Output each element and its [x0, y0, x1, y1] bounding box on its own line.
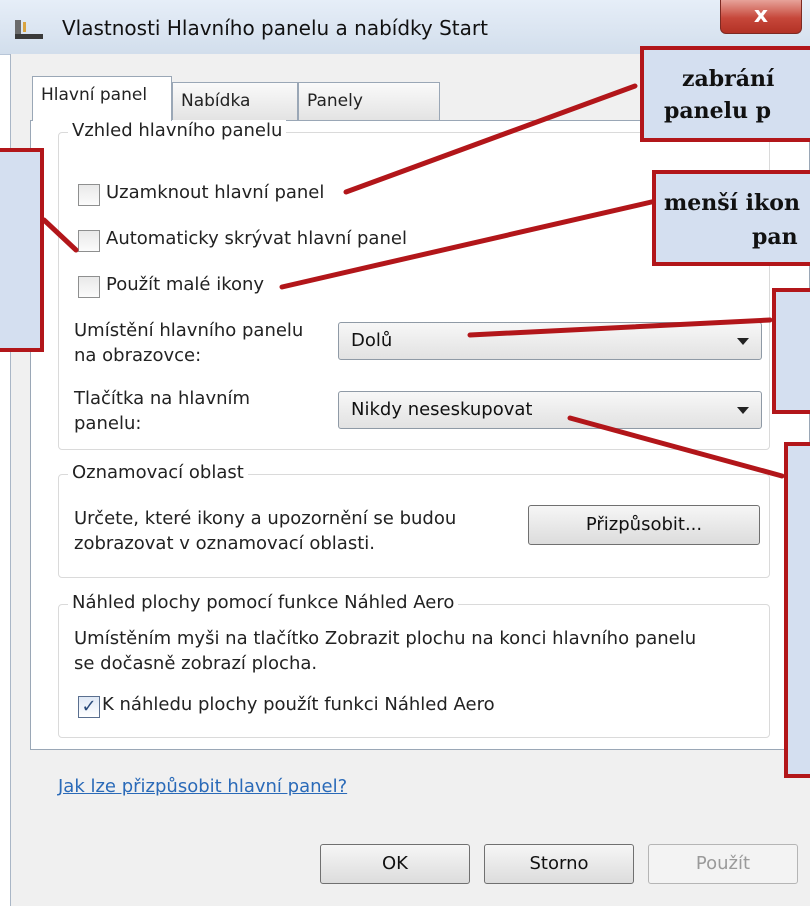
aero-text-line1: Umístěním myši na tlačítko Zobrazit ploc…	[74, 628, 697, 649]
tab-taskbar[interactable]: Hlavní panel	[32, 76, 172, 121]
taskbar-position-select[interactable]: Dolů	[338, 322, 762, 360]
chevron-down-icon	[737, 338, 749, 345]
position-label-line2: na obrazovce:	[74, 345, 202, 366]
tab-start-menu[interactable]: Nabídka Start	[172, 82, 298, 147]
callout-buttons	[784, 442, 810, 778]
callout-lock-line1: zabrání	[682, 66, 775, 92]
small-icons-label: Použít malé ikony	[106, 274, 265, 295]
callout-lock-taskbar: zabrání panelu p	[640, 46, 810, 142]
callout-lock-line2: panelu p	[664, 98, 772, 124]
callout-left	[0, 148, 44, 352]
buttons-label-line2: panelu:	[74, 413, 142, 434]
lock-taskbar-checkbox[interactable]	[78, 184, 100, 206]
taskbar-properties-icon	[15, 20, 43, 39]
taskbar-buttons-value: Nikdy neseskupovat	[351, 399, 533, 420]
callout-small-icons-line2: pan	[752, 224, 798, 250]
aero-peek-label: K náhledu plochy použít funkci Náhled Ae…	[102, 694, 495, 715]
taskbar-buttons-select[interactable]: Nikdy neseskupovat	[338, 391, 762, 429]
help-link[interactable]: Jak lze přizpůsobit hlavní panel?	[58, 776, 347, 797]
notification-text-line2: zobrazovat v oznamovací oblasti.	[74, 533, 375, 554]
tab-toolbars[interactable]: Panely nástrojů	[298, 82, 440, 147]
cancel-button[interactable]: Storno	[484, 844, 634, 884]
callout-small-icons: menší ikon pan	[652, 170, 810, 266]
autohide-checkbox[interactable]	[78, 230, 100, 252]
small-icons-checkbox[interactable]	[78, 276, 100, 298]
chevron-down-icon	[737, 407, 749, 414]
window-title: Vlastnosti Hlavního panelu a nabídky Sta…	[62, 16, 488, 40]
notification-text-line1: Určete, které ikony a upozornění se budo…	[74, 508, 457, 529]
buttons-label-line1: Tlačítka na hlavním	[74, 388, 251, 409]
ok-button[interactable]: OK	[320, 844, 470, 884]
notification-legend: Oznamovací oblast	[68, 462, 248, 483]
aero-peek-legend: Náhled plochy pomocí funkce Náhled Aero	[68, 592, 459, 613]
position-label-line1: Umístění hlavního panelu	[74, 320, 304, 341]
appearance-legend: Vzhled hlavního panelu	[68, 120, 287, 141]
aero-text-line2: se dočasně zobrazí plocha.	[74, 653, 318, 674]
lock-taskbar-label: Uzamknout hlavní panel	[106, 182, 325, 203]
callout-small-icons-line1: menší ikon	[664, 190, 800, 216]
callout-position	[772, 288, 810, 414]
taskbar-position-value: Dolů	[351, 330, 393, 351]
apply-button[interactable]: Použít	[648, 844, 798, 884]
autohide-label: Automaticky skrývat hlavní panel	[106, 228, 407, 249]
customize-button[interactable]: Přizpůsobit...	[528, 505, 760, 545]
aero-peek-checkbox[interactable]: ✓	[78, 696, 100, 718]
close-button[interactable]: x	[720, 0, 802, 34]
